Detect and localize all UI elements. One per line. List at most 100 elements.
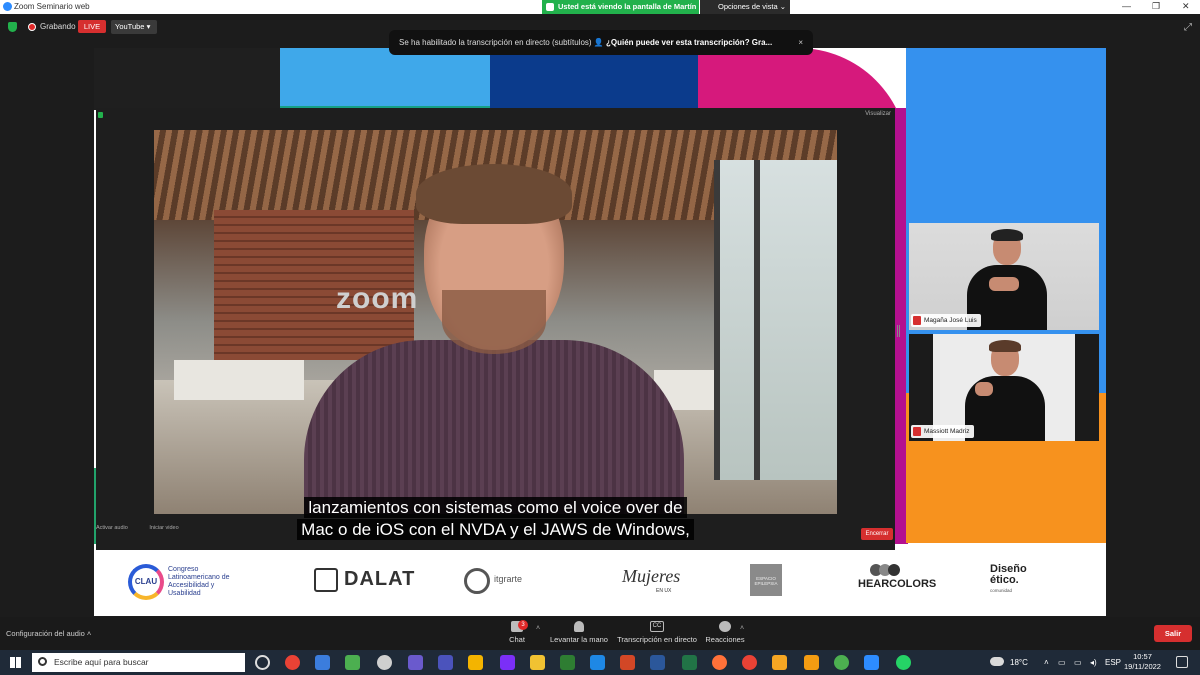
firefox-icon[interactable] xyxy=(712,655,727,670)
language-indicator[interactable]: ESP xyxy=(1105,658,1121,667)
app-icon[interactable] xyxy=(500,655,515,670)
interpreter-video-1[interactable]: Magaña José Luis xyxy=(909,223,1099,330)
weather-temp[interactable]: 18°C xyxy=(1010,658,1028,667)
fullscreen-icon[interactable]: ⤢ xyxy=(1184,22,1192,33)
clau-text-line: Accesibilidad y xyxy=(168,582,215,589)
raise-hand-button[interactable]: Levantar la mano xyxy=(548,621,610,644)
zoom-webinar-window: Zoom Seminario web — ❐ ✕ Usted está vien… xyxy=(0,0,1200,675)
notice-close-icon[interactable]: × xyxy=(798,30,803,55)
mic-muted-icon xyxy=(913,427,921,436)
clau-logo: CLAU xyxy=(128,564,164,600)
mic-muted-icon xyxy=(913,316,921,325)
speaker-shirt xyxy=(304,340,684,514)
chat-button[interactable]: 3 Chat xyxy=(500,620,534,644)
windows-start-icon[interactable] xyxy=(10,657,21,668)
live-target-dropdown[interactable]: YouTube ▾ xyxy=(111,20,157,34)
word-icon[interactable] xyxy=(650,655,665,670)
whatsapp-icon[interactable] xyxy=(896,655,911,670)
clock-time: 10:57 xyxy=(1133,652,1152,661)
share-indicator-icon xyxy=(546,3,554,11)
chrome-icon[interactable] xyxy=(285,655,300,670)
live-badge: LIVE xyxy=(78,20,106,33)
teams-icon[interactable] xyxy=(438,655,453,670)
app-icon[interactable] xyxy=(560,655,575,670)
itgrarte-logo: itgrarte xyxy=(494,574,523,584)
view-options-button[interactable]: Opciones de vista ⌄ xyxy=(700,0,790,14)
audio-settings-label: Configuración del audio xyxy=(6,629,85,638)
security-shield-icon[interactable] xyxy=(8,22,17,32)
hearcolors-logo-mark xyxy=(870,564,900,576)
shield-icon xyxy=(98,112,103,118)
reactions-options-caret[interactable]: ˄ xyxy=(740,625,744,632)
live-transcript-button[interactable]: CC Transcripción en directo xyxy=(616,621,698,644)
weather-icon[interactable] xyxy=(990,657,1004,666)
notifications-icon[interactable] xyxy=(1176,656,1188,668)
view-toggle[interactable]: Visualizar xyxy=(865,111,891,117)
battery-icon[interactable]: ▭ xyxy=(1074,658,1082,667)
zoom-logo-icon xyxy=(3,2,12,11)
app-icon[interactable] xyxy=(408,655,423,670)
live-target-label: YouTube xyxy=(115,22,145,31)
taskbar-clock[interactable]: 10:57 19/11/2022 xyxy=(1124,652,1161,672)
app-icon[interactable] xyxy=(590,655,605,670)
chrome-icon[interactable] xyxy=(742,655,757,670)
recording-label: Grabando xyxy=(40,22,76,31)
interpreter-hands xyxy=(975,382,993,396)
audio-settings-button[interactable]: Configuración del audio ˄ xyxy=(6,629,91,638)
emoji-icon xyxy=(719,621,731,632)
chevron-down-icon: ⌄ xyxy=(779,2,787,11)
app-icon[interactable] xyxy=(377,655,392,670)
person-icon: 👤 xyxy=(593,38,606,47)
close-icon[interactable]: ✕ xyxy=(1182,1,1190,12)
app-icon[interactable] xyxy=(804,655,819,670)
app-icon[interactable] xyxy=(772,655,787,670)
dalat-logo-mark xyxy=(314,568,338,592)
leave-button[interactable]: Salir xyxy=(1154,625,1192,642)
tray-expand-icon[interactable]: ˄ xyxy=(1044,658,1049,667)
interpreter-hair xyxy=(991,229,1023,241)
search-icon xyxy=(38,657,47,666)
network-icon[interactable]: ▭ xyxy=(1058,658,1066,667)
caption-line: Mac o de iOS con el NVDA y el JAWS de Wi… xyxy=(96,519,895,541)
powerpoint-icon[interactable] xyxy=(620,655,635,670)
taskbar-search[interactable]: Escribe aquí para buscar xyxy=(32,653,245,672)
clau-text-line: Usabilidad xyxy=(168,590,201,597)
chat-options-caret[interactable]: ˄ xyxy=(536,625,540,632)
closed-captions-icon: CC xyxy=(650,621,664,632)
settings-gear-icon[interactable] xyxy=(255,655,270,670)
file-explorer-icon[interactable] xyxy=(530,655,545,670)
reactions-label: Reacciones xyxy=(705,635,745,644)
canvas-bg-shape xyxy=(280,48,490,106)
main-speaker-video[interactable]: Visualizar zoom lanzamientos con sistema… xyxy=(96,108,895,550)
participant-name-tag: Magaña José Luis xyxy=(911,314,981,327)
participant-name: Massiott Madriz xyxy=(924,428,970,435)
app-icon[interactable] xyxy=(468,655,483,670)
resize-handle[interactable] xyxy=(897,325,900,337)
volume-icon[interactable]: ◂) xyxy=(1090,658,1097,667)
caret-down-icon: ▾ xyxy=(146,22,151,31)
office-window xyxy=(714,160,837,480)
hand-icon xyxy=(574,621,584,632)
app-icon[interactable] xyxy=(345,655,360,670)
screen-share-banner: Usted está viendo la pantalla de Martín xyxy=(542,0,699,14)
app-icon[interactable] xyxy=(315,655,330,670)
mujeres-subtitle: EN UX xyxy=(656,588,672,594)
raise-hand-label: Levantar la mano xyxy=(550,635,608,644)
restore-icon[interactable]: ❐ xyxy=(1152,1,1160,12)
notice-link[interactable]: ¿Quién puede ver esta transcripción? Gra… xyxy=(606,38,772,47)
interpreter-figure xyxy=(965,340,1045,441)
minimize-icon[interactable]: — xyxy=(1122,1,1131,11)
interpreter-hair xyxy=(989,340,1021,352)
zoom-app-icon[interactable] xyxy=(864,655,879,670)
excel-icon[interactable] xyxy=(682,655,697,670)
speaker-beard xyxy=(442,290,546,354)
caret-up-icon: ˄ xyxy=(86,629,92,638)
live-transcript-label: Transcripción en directo xyxy=(617,635,697,644)
clock-date: 19/11/2022 xyxy=(1124,662,1161,671)
interpreter-hands xyxy=(989,277,1019,291)
epilepsia-logo: ESPACIO EPILEPSIA xyxy=(750,564,782,596)
diseno-line: ético. xyxy=(990,574,1019,586)
app-icon[interactable] xyxy=(834,655,849,670)
interpreter-video-2[interactable]: Massiott Madriz xyxy=(909,334,1099,441)
dalat-logo: DALAT xyxy=(344,568,416,590)
